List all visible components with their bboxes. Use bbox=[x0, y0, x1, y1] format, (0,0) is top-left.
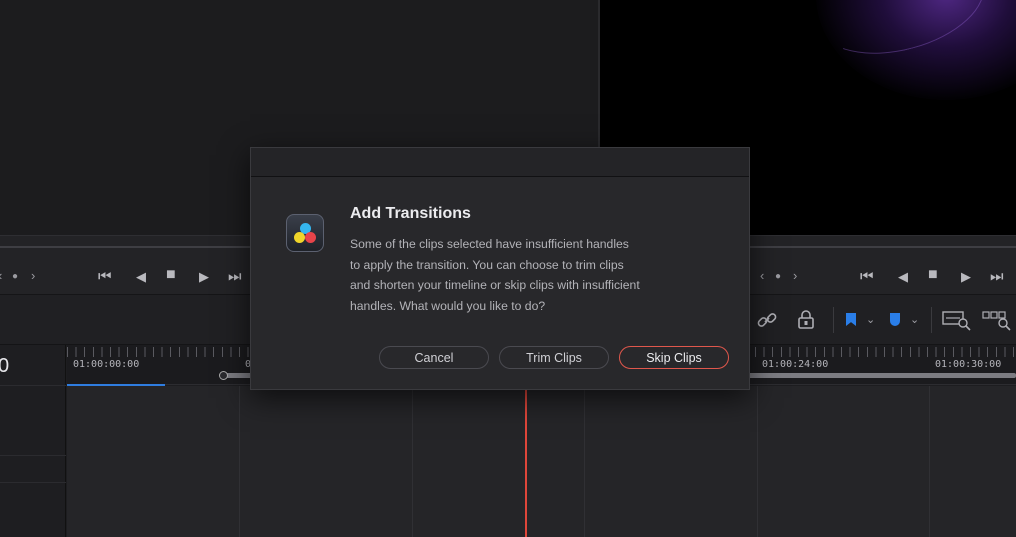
skip-clips-button[interactable]: Skip Clips bbox=[619, 346, 729, 369]
chevron-left-icon[interactable]: ‹ bbox=[760, 268, 764, 284]
add-transitions-dialog: Add Transitions Some of the clips select… bbox=[250, 147, 750, 390]
icon-dot-red bbox=[305, 232, 316, 243]
go-to-start-icon[interactable]: ⏮ bbox=[98, 268, 112, 286]
chevron-down-icon[interactable]: ⌄ bbox=[866, 313, 875, 326]
timeline-gridline bbox=[584, 386, 585, 537]
zoom-detail-icon[interactable] bbox=[982, 309, 1016, 336]
editor-window: ‹ ● › ⏮ ◀ ■ ▶ ⏭ ‹ ● › ⏮ ◀ ■ ▶ ⏭ ⌄ ⌄ 0 01… bbox=[0, 0, 1016, 537]
dialog-message-line: Some of the clips selected have insuffic… bbox=[350, 237, 629, 251]
toolbar-separator bbox=[833, 307, 834, 333]
chevron-down-icon[interactable]: ⌄ bbox=[910, 313, 919, 326]
dialog-message-line: and shorten your timeline or skip clips … bbox=[350, 278, 640, 292]
timeline-gridline bbox=[239, 386, 240, 537]
ruler-label: 01:00:00:00 bbox=[73, 359, 140, 370]
dialog-titlebar[interactable] bbox=[251, 148, 749, 177]
playhead[interactable] bbox=[525, 386, 527, 537]
go-to-end-icon[interactable]: ⏭ bbox=[228, 268, 242, 286]
stop-icon[interactable]: ■ bbox=[166, 266, 176, 284]
blue-marker-icon[interactable] bbox=[890, 313, 900, 326]
ruler-label: 01:00:30:00 bbox=[935, 359, 1002, 370]
jog-dot-icon[interactable]: ● bbox=[775, 269, 781, 285]
dialog-message-line: handles. What would you like to do? bbox=[350, 298, 546, 313]
timeline-timecode: 0 bbox=[0, 355, 10, 377]
dialog-message: Some of the clips selected have insuffic… bbox=[350, 234, 670, 316]
trim-clips-button[interactable]: Trim Clips bbox=[499, 346, 609, 369]
toolbar-separator bbox=[931, 307, 932, 333]
ruler-label: 01:00:24:00 bbox=[762, 359, 829, 370]
chevron-right-icon[interactable]: › bbox=[31, 268, 35, 284]
play-icon[interactable]: ▶ bbox=[199, 268, 209, 286]
zoom-fit-icon[interactable] bbox=[942, 309, 972, 336]
play-reverse-icon[interactable]: ◀ bbox=[136, 268, 146, 286]
timeline-tracks[interactable] bbox=[67, 386, 1016, 537]
dialog-message-line: to apply the transition. You can choose … bbox=[350, 257, 624, 272]
timeline-gridline bbox=[412, 386, 413, 537]
davinci-resolve-icon bbox=[286, 214, 324, 252]
go-to-start-icon[interactable]: ⏮ bbox=[860, 268, 874, 286]
track-header-divider bbox=[0, 455, 66, 456]
jog-dot-icon[interactable]: ● bbox=[12, 269, 18, 285]
dialog-title: Add Transitions bbox=[350, 205, 471, 222]
stop-icon[interactable]: ■ bbox=[928, 266, 938, 284]
timeline-gridline bbox=[929, 386, 930, 537]
play-reverse-icon[interactable]: ◀ bbox=[898, 268, 908, 286]
timeline-zoom-handle[interactable] bbox=[219, 371, 228, 380]
track-header-panel bbox=[0, 345, 66, 537]
lock-icon[interactable] bbox=[796, 309, 816, 336]
link-icon[interactable] bbox=[756, 310, 778, 335]
track-header-divider bbox=[0, 482, 66, 483]
chevron-left-icon[interactable]: ‹ bbox=[0, 268, 2, 284]
go-to-end-icon[interactable]: ⏭ bbox=[990, 268, 1004, 286]
timeline-gridline bbox=[757, 386, 758, 537]
icon-dot-yellow bbox=[294, 232, 305, 243]
chevron-right-icon[interactable]: › bbox=[793, 268, 797, 284]
track-header-divider bbox=[0, 385, 66, 386]
cancel-button[interactable]: Cancel bbox=[379, 346, 489, 369]
play-icon[interactable]: ▶ bbox=[961, 268, 971, 286]
